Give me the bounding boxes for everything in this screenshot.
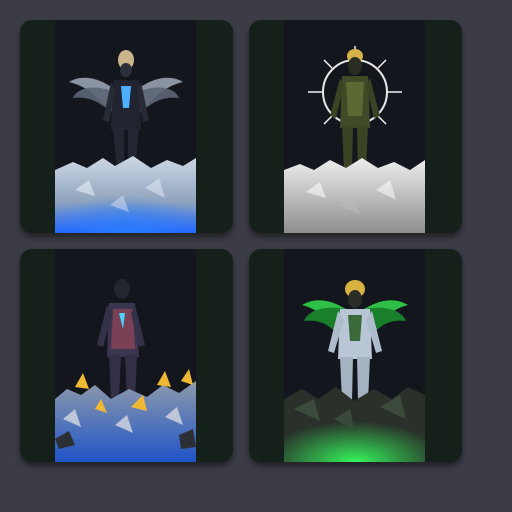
- gold-rocks-figure-artwork: [55, 249, 196, 462]
- nft-card-grid: [20, 20, 462, 462]
- card-artwork: [55, 20, 196, 233]
- card-artwork: [284, 20, 425, 233]
- winged-figure-green-artwork: [284, 249, 425, 462]
- nft-card-2[interactable]: [249, 20, 462, 233]
- card-artwork: [55, 249, 196, 462]
- nft-card-1[interactable]: [20, 20, 233, 233]
- card-artwork: [284, 249, 425, 462]
- nft-card-3[interactable]: [20, 249, 233, 462]
- winged-figure-artwork: [55, 20, 196, 233]
- halo-figure-artwork: [284, 20, 425, 233]
- nft-card-4[interactable]: [249, 249, 462, 462]
